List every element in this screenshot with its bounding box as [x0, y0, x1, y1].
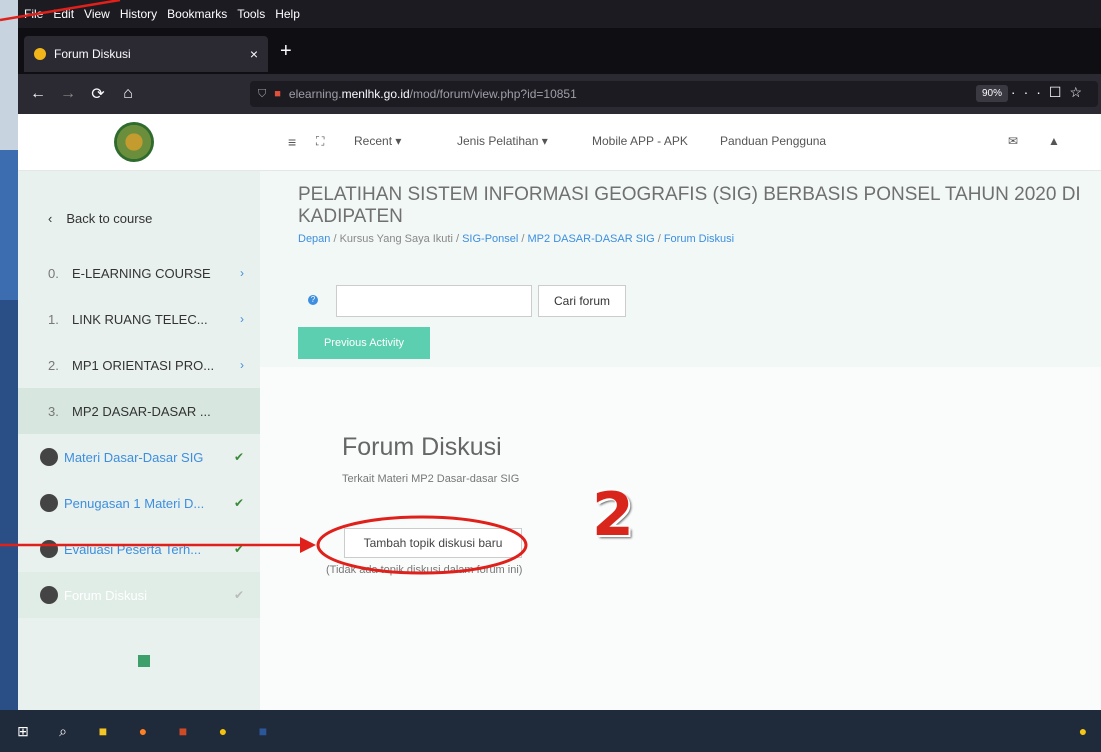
annotation-number: 2 — [592, 480, 634, 550]
firefox-icon[interactable]: ● — [132, 720, 154, 742]
windows-start-icon[interactable]: ⊞ — [12, 720, 34, 742]
search-icon[interactable]: ⌕ — [52, 720, 74, 742]
annotation-arrow-top — [0, 0, 121, 22]
annotation-overlay — [0, 0, 528, 575]
windows-taskbar: ⊞ ⌕ ■ ● ■ ● ■ ● — [0, 710, 1101, 752]
annotation-ellipse — [316, 515, 528, 575]
annotation-arrowhead — [300, 537, 316, 553]
file-explorer-icon[interactable]: ■ — [92, 720, 114, 742]
powerpoint-icon[interactable]: ■ — [172, 720, 194, 742]
chrome-icon[interactable]: ● — [212, 720, 234, 742]
word-icon[interactable]: ■ — [252, 720, 274, 742]
help-tray-icon[interactable]: ● — [1072, 720, 1094, 742]
